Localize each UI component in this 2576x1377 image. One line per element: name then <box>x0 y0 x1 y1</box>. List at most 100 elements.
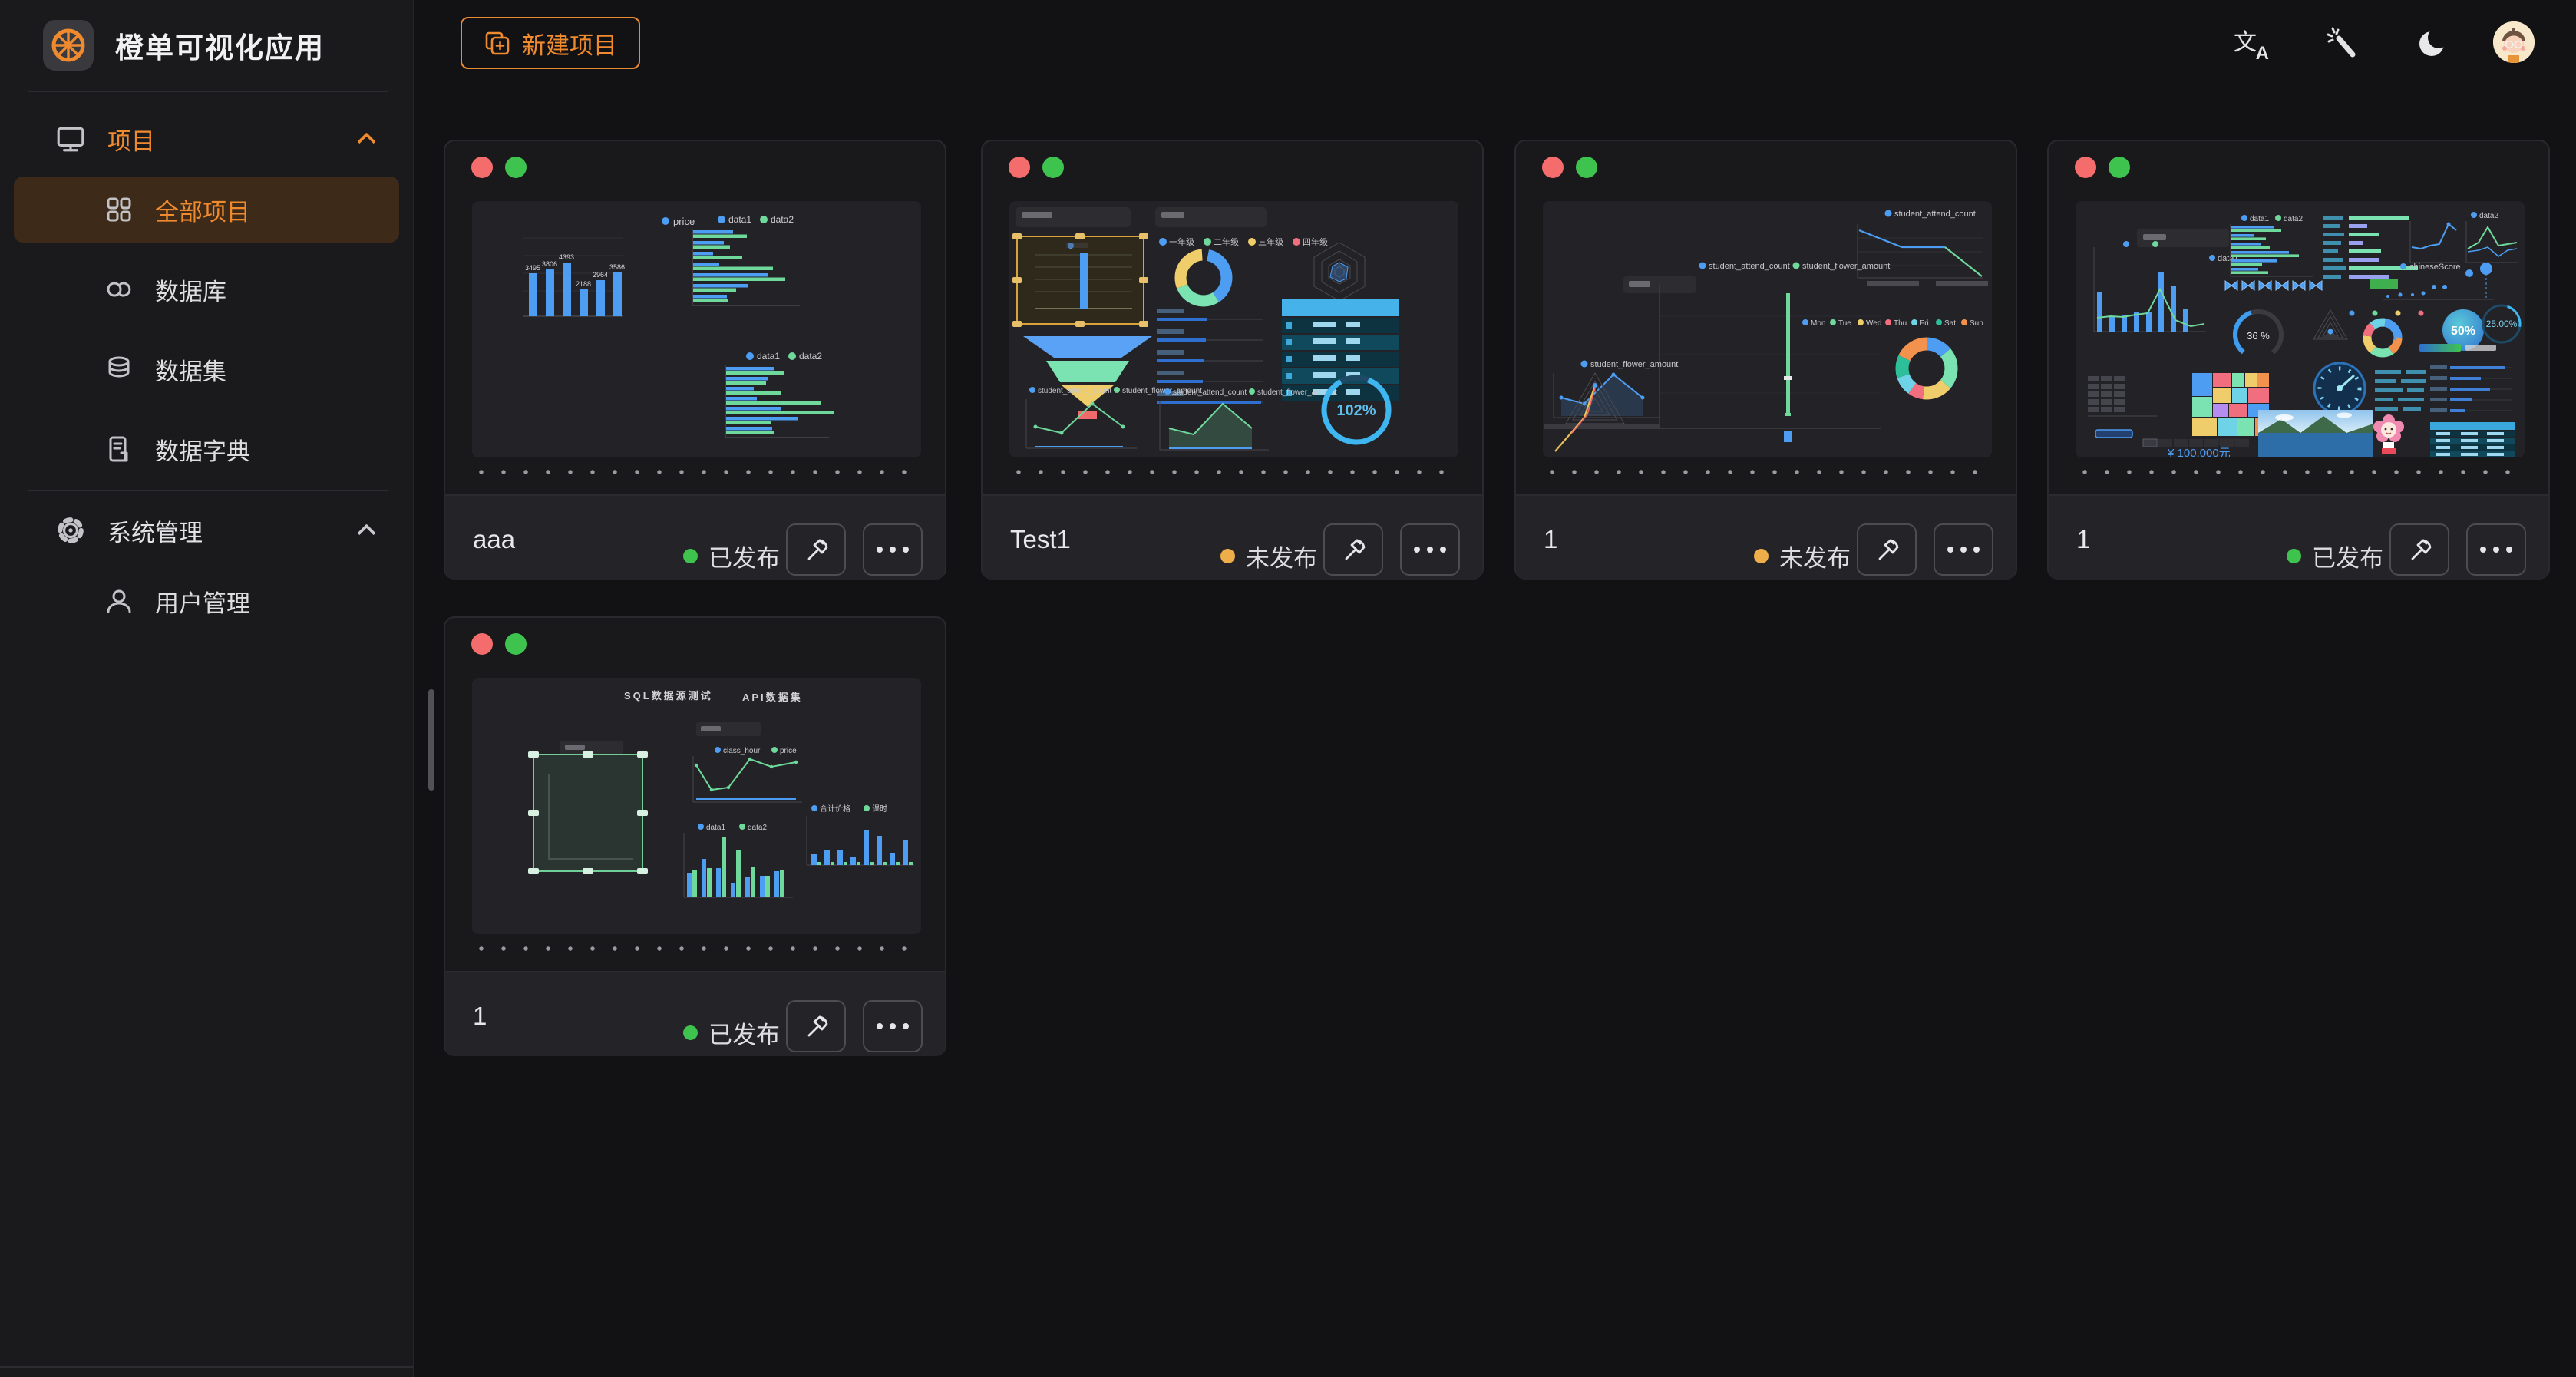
project-card[interactable]: price 34953806 43932188 29643586 <box>444 140 946 580</box>
sidebar-item-label: 用户管理 <box>155 584 250 619</box>
magic-wand-glyph <box>2325 25 2360 61</box>
sidebar-item-database[interactable]: 数据库 <box>14 256 399 322</box>
svg-text:data2: data2 <box>799 351 822 362</box>
more-actions-button[interactable] <box>863 523 923 576</box>
svg-text:student_flower_amount: student_flower_amount <box>1802 262 1890 271</box>
hammer-icon <box>1871 534 1902 565</box>
svg-text:data2: data2 <box>771 214 794 225</box>
red-dot-icon <box>2075 157 2096 178</box>
project-thumbnail[interactable]: price 34953806 43932188 29643586 <box>472 201 921 457</box>
svg-text:一年级: 一年级 <box>1169 236 1194 247</box>
more-actions-button[interactable] <box>1400 523 1460 576</box>
magic-wand-icon[interactable] <box>2321 21 2364 64</box>
project-title: Test1 <box>1010 525 1071 554</box>
translate-icon[interactable]: 文A <box>2229 21 2272 64</box>
moon-icon[interactable] <box>2412 21 2455 64</box>
edit-project-button[interactable] <box>1323 523 1383 576</box>
project-thumbnail[interactable]: 一年级 二年级 三年级 四年级 <box>1009 201 1458 457</box>
green-dot-icon <box>2109 157 2130 178</box>
more-actions-button[interactable] <box>863 1000 923 1052</box>
project-thumbnail[interactable]: SQL数据源测试 API数据集 class_hour price <box>472 678 921 934</box>
status-label: 未发布 <box>1779 539 1851 573</box>
svg-text:Tue: Tue <box>1838 319 1851 328</box>
svg-text:3806: 3806 <box>542 260 557 268</box>
sidebar-section-projects[interactable]: 项目 <box>0 115 413 163</box>
card-footer: Test1 未发布 <box>983 494 1482 580</box>
project-thumbnail[interactable]: student_attend_count student_attend_coun… <box>1543 201 1992 457</box>
thumbnail-dashboard: 一年级 二年级 三年级 四年级 <box>1009 201 1458 457</box>
user-icon <box>104 586 134 616</box>
card-footer: 1 已发布 <box>2049 494 2548 580</box>
hammer-icon <box>801 534 831 565</box>
status-label: 未发布 <box>1246 539 1317 573</box>
svg-text:Fri: Fri <box>1920 319 1929 328</box>
svg-text:Sun: Sun <box>1970 319 1983 328</box>
red-dot-icon <box>471 157 493 178</box>
svg-text:student_attend_count: student_attend_count <box>1038 387 1111 395</box>
thumbnail-dashboard: SQL数据源测试 API数据集 class_hour price <box>472 678 921 934</box>
sidebar-item-all-projects[interactable]: 全部项目 <box>14 177 399 243</box>
sidebar-item-dictionary[interactable]: 数据字典 <box>14 416 399 482</box>
card-footer: aaa 已发布 <box>445 494 945 580</box>
status-badge: 已发布 <box>2287 539 2383 573</box>
avatar[interactable] <box>2493 21 2535 63</box>
moon-glyph <box>2416 25 2451 61</box>
svg-text:price: price <box>780 747 797 755</box>
card-footer: 1 已发布 <box>445 971 945 1056</box>
sidebar-item-user-management[interactable]: 用户管理 <box>14 568 399 634</box>
red-dot-icon <box>1009 157 1030 178</box>
sidebar-section-system[interactable]: 系统管理 <box>0 507 413 554</box>
svg-text:price: price <box>673 216 695 227</box>
ellipsis-icon <box>877 547 909 553</box>
status-dot-icon <box>683 549 698 563</box>
green-dot-icon <box>1576 157 1597 178</box>
red-dot-icon <box>1542 157 1564 178</box>
status-dot-icon <box>1220 549 1235 563</box>
more-actions-button[interactable] <box>1934 523 1993 576</box>
status-dot-icon <box>683 1025 698 1040</box>
svg-text:36 %: 36 % <box>2247 330 2270 342</box>
project-thumbnail[interactable]: data1 data1 data2 <box>2076 201 2525 457</box>
status-badge: 未发布 <box>1220 539 1317 573</box>
dots-strip <box>1016 470 1455 474</box>
project-card[interactable]: student_attend_count student_attend_coun… <box>1514 140 2017 580</box>
edit-project-button[interactable] <box>786 523 846 576</box>
svg-text:3586: 3586 <box>609 263 625 271</box>
sidebar-item-label: 全部项目 <box>155 193 250 227</box>
svg-text:data2: data2 <box>2479 212 2498 220</box>
svg-text:四年级: 四年级 <box>1303 236 1328 247</box>
status-label: 已发布 <box>708 1015 780 1050</box>
new-project-button[interactable]: 新建项目 <box>461 17 640 69</box>
status-badge: 已发布 <box>683 1015 780 1050</box>
ellipsis-icon <box>1947 547 1980 553</box>
edit-project-button[interactable] <box>786 1000 846 1052</box>
more-actions-button[interactable] <box>2466 523 2526 576</box>
svg-text:data2: data2 <box>2284 215 2303 223</box>
svg-text:¥ 100,000元: ¥ 100,000元 <box>2167 447 2231 457</box>
svg-text:Wed: Wed <box>1866 319 1881 328</box>
sidebar-item-label: 数据库 <box>155 272 226 307</box>
status-dot-icon <box>1754 549 1769 563</box>
app-logo <box>43 20 94 71</box>
scrollbar-thumb[interactable] <box>428 689 434 791</box>
svg-text:student_attend_count: student_attend_count <box>1173 388 1247 397</box>
project-title: 1 <box>1544 525 1557 554</box>
project-card[interactable]: data1 data1 data2 <box>2047 140 2550 580</box>
svg-text:Thu: Thu <box>1894 319 1907 328</box>
status-badge: 未发布 <box>1754 539 1851 573</box>
section-label: 系统管理 <box>107 513 203 548</box>
project-title: 1 <box>2076 525 2090 554</box>
ellipsis-icon <box>2480 547 2512 553</box>
edit-project-button[interactable] <box>1857 523 1917 576</box>
sidebar-item-dataset[interactable]: 数据集 <box>14 336 399 402</box>
svg-text:SQL数据源测试: SQL数据源测试 <box>624 690 713 702</box>
svg-text:data2: data2 <box>748 824 767 832</box>
project-card[interactable]: SQL数据源测试 API数据集 class_hour price <box>444 616 946 1056</box>
status-badge: 已发布 <box>683 539 780 573</box>
edit-project-button[interactable] <box>2389 523 2449 576</box>
hammer-icon <box>2404 534 2435 565</box>
project-card[interactable]: 一年级 二年级 三年级 四年级 <box>981 140 1484 580</box>
hammer-icon <box>801 1011 831 1042</box>
svg-text:data1: data1 <box>728 214 751 225</box>
hammer-icon <box>1338 534 1369 565</box>
